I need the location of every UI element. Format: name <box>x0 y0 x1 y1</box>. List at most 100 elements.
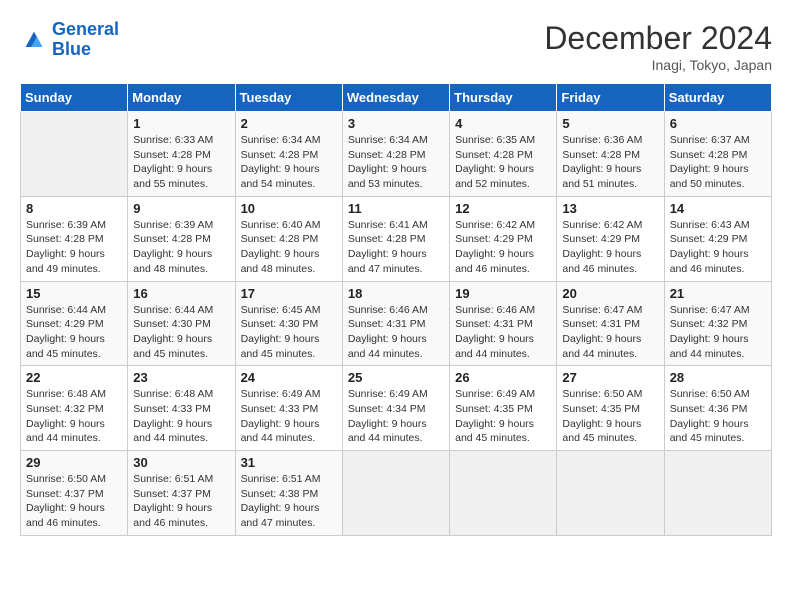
calendar-cell: 2Sunrise: 6:34 AM Sunset: 4:28 PM Daylig… <box>235 112 342 197</box>
day-info: Sunrise: 6:45 AM Sunset: 4:30 PM Dayligh… <box>241 303 337 362</box>
day-info: Sunrise: 6:49 AM Sunset: 4:33 PM Dayligh… <box>241 387 337 446</box>
calendar-cell: 8 Sunrise: 6:39 AM Sunset: 4:28 PM Daylig… <box>21 196 128 281</box>
day-number: 6 <box>670 116 766 131</box>
calendar-cell: 1 Sunrise: 6:33 AM Sunset: 4:28 PM Daylig… <box>128 112 235 197</box>
day-info: Sunrise: 6:49 AM Sunset: 4:35 PM Dayligh… <box>455 387 551 446</box>
day-info: Sunrise: 6:50 AM Sunset: 4:37 PM Dayligh… <box>26 472 122 531</box>
day-number: 3 <box>348 116 444 131</box>
day-number: 24 <box>241 370 337 385</box>
calendar-cell: 10 Sunrise: 6:40 AM Sunset: 4:28 PM Dayli… <box>235 196 342 281</box>
day-number: 17 <box>241 286 337 301</box>
calendar-cell: 21Sunrise: 6:47 AM Sunset: 4:32 PM Dayli… <box>664 281 771 366</box>
day-info: Sunrise: 6:49 AM Sunset: 4:34 PM Dayligh… <box>348 387 444 446</box>
calendar-week: 1 Sunrise: 6:33 AM Sunset: 4:28 PM Daylig… <box>21 112 772 197</box>
day-info: Sunrise: 6:50 AM Sunset: 4:35 PM Dayligh… <box>562 387 658 446</box>
logo-line2: Blue <box>52 39 91 59</box>
calendar-cell: 15 Sunrise: 6:44 AM Sunset: 4:29 PM Dayli… <box>21 281 128 366</box>
logo-icon <box>20 26 48 54</box>
calendar-cell <box>21 112 128 197</box>
day-info: Sunrise: 6:43 AM Sunset: 4:29 PM Dayligh… <box>670 218 766 277</box>
day-number: 31 <box>241 455 337 470</box>
day-info: Sunrise: 6:48 AM Sunset: 4:32 PM Dayligh… <box>26 387 122 446</box>
page-header: General Blue December 2024 Inagi, Tokyo,… <box>20 20 772 73</box>
day-info: Sunrise: 6:46 AM Sunset: 4:31 PM Dayligh… <box>455 303 551 362</box>
calendar-cell: 23Sunrise: 6:48 AM Sunset: 4:33 PM Dayli… <box>128 366 235 451</box>
day-info: Sunrise: 6:51 AM Sunset: 4:37 PM Dayligh… <box>133 472 229 531</box>
logo-text: General Blue <box>52 20 119 60</box>
day-info: Sunrise: 6:36 AM Sunset: 4:28 PM Dayligh… <box>562 133 658 192</box>
calendar-cell: 11 Sunrise: 6:41 AM Sunset: 4:28 PM Dayli… <box>342 196 449 281</box>
calendar-cell: 29 Sunrise: 6:50 AM Sunset: 4:37 PM Dayli… <box>21 451 128 536</box>
calendar-cell: 5Sunrise: 6:36 AM Sunset: 4:28 PM Daylig… <box>557 112 664 197</box>
calendar-week: 15 Sunrise: 6:44 AM Sunset: 4:29 PM Dayli… <box>21 281 772 366</box>
day-info: Sunrise: 6:51 AM Sunset: 4:38 PM Dayligh… <box>241 472 337 531</box>
calendar-cell: 6 Sunrise: 6:37 AM Sunset: 4:28 PM Daylig… <box>664 112 771 197</box>
header-day: Friday <box>557 84 664 112</box>
header-day: Tuesday <box>235 84 342 112</box>
day-info: Sunrise: 6:44 AM Sunset: 4:29 PM Dayligh… <box>26 303 122 362</box>
day-number: 14 <box>670 201 766 216</box>
location: Inagi, Tokyo, Japan <box>544 57 772 73</box>
title-block: December 2024 Inagi, Tokyo, Japan <box>544 20 772 73</box>
day-info: Sunrise: 6:44 AM Sunset: 4:30 PM Dayligh… <box>133 303 229 362</box>
day-number: 18 <box>348 286 444 301</box>
calendar-cell: 22 Sunrise: 6:48 AM Sunset: 4:32 PM Dayli… <box>21 366 128 451</box>
day-info: Sunrise: 6:39 AM Sunset: 4:28 PM Dayligh… <box>26 218 122 277</box>
day-info: Sunrise: 6:47 AM Sunset: 4:31 PM Dayligh… <box>562 303 658 362</box>
day-number: 26 <box>455 370 551 385</box>
calendar-cell: 28Sunrise: 6:50 AM Sunset: 4:36 PM Dayli… <box>664 366 771 451</box>
calendar-week: 8 Sunrise: 6:39 AM Sunset: 4:28 PM Daylig… <box>21 196 772 281</box>
day-info: Sunrise: 6:33 AM Sunset: 4:28 PM Dayligh… <box>133 133 229 192</box>
day-number: 2 <box>241 116 337 131</box>
calendar-cell: 16 Sunrise: 6:44 AM Sunset: 4:30 PM Dayli… <box>128 281 235 366</box>
day-number: 30 <box>133 455 229 470</box>
calendar-cell: 9 Sunrise: 6:39 AM Sunset: 4:28 PM Daylig… <box>128 196 235 281</box>
calendar-cell: 3 Sunrise: 6:34 AM Sunset: 4:28 PM Daylig… <box>342 112 449 197</box>
day-info: Sunrise: 6:35 AM Sunset: 4:28 PM Dayligh… <box>455 133 551 192</box>
logo-line1: General <box>52 19 119 39</box>
calendar-cell: 17 Sunrise: 6:45 AM Sunset: 4:30 PM Dayli… <box>235 281 342 366</box>
day-info: Sunrise: 6:48 AM Sunset: 4:33 PM Dayligh… <box>133 387 229 446</box>
calendar-cell <box>557 451 664 536</box>
header-day: Monday <box>128 84 235 112</box>
day-number: 1 <box>133 116 229 131</box>
calendar-cell <box>664 451 771 536</box>
calendar-cell: 31 Sunrise: 6:51 AM Sunset: 4:38 PM Dayli… <box>235 451 342 536</box>
calendar-cell <box>342 451 449 536</box>
month-title: December 2024 <box>544 20 772 57</box>
day-number: 8 <box>26 201 122 216</box>
day-number: 22 <box>26 370 122 385</box>
calendar-cell: 30 Sunrise: 6:51 AM Sunset: 4:37 PM Dayli… <box>128 451 235 536</box>
day-number: 20 <box>562 286 658 301</box>
day-number: 11 <box>348 201 444 216</box>
day-number: 15 <box>26 286 122 301</box>
day-number: 10 <box>241 201 337 216</box>
day-info: Sunrise: 6:37 AM Sunset: 4:28 PM Dayligh… <box>670 133 766 192</box>
logo: General Blue <box>20 20 119 60</box>
day-number: 13 <box>562 201 658 216</box>
day-info: Sunrise: 6:34 AM Sunset: 4:28 PM Dayligh… <box>348 133 444 192</box>
calendar-cell: 25 Sunrise: 6:49 AM Sunset: 4:34 PM Dayli… <box>342 366 449 451</box>
calendar-week: 22 Sunrise: 6:48 AM Sunset: 4:32 PM Dayli… <box>21 366 772 451</box>
calendar-cell: 12Sunrise: 6:42 AM Sunset: 4:29 PM Dayli… <box>450 196 557 281</box>
day-number: 19 <box>455 286 551 301</box>
calendar-cell: 24 Sunrise: 6:49 AM Sunset: 4:33 PM Dayli… <box>235 366 342 451</box>
calendar-cell: 13Sunrise: 6:42 AM Sunset: 4:29 PM Dayli… <box>557 196 664 281</box>
calendar-cell: 20 Sunrise: 6:47 AM Sunset: 4:31 PM Dayli… <box>557 281 664 366</box>
day-number: 9 <box>133 201 229 216</box>
day-number: 29 <box>26 455 122 470</box>
day-info: Sunrise: 6:39 AM Sunset: 4:28 PM Dayligh… <box>133 218 229 277</box>
calendar-table: SundayMondayTuesdayWednesdayThursdayFrid… <box>20 83 772 536</box>
day-info: Sunrise: 6:46 AM Sunset: 4:31 PM Dayligh… <box>348 303 444 362</box>
calendar-cell <box>450 451 557 536</box>
day-number: 16 <box>133 286 229 301</box>
calendar-cell: 19 Sunrise: 6:46 AM Sunset: 4:31 PM Dayli… <box>450 281 557 366</box>
day-info: Sunrise: 6:42 AM Sunset: 4:29 PM Dayligh… <box>455 218 551 277</box>
day-number: 28 <box>670 370 766 385</box>
day-info: Sunrise: 6:47 AM Sunset: 4:32 PM Dayligh… <box>670 303 766 362</box>
day-number: 4 <box>455 116 551 131</box>
header-day: Sunday <box>21 84 128 112</box>
day-info: Sunrise: 6:41 AM Sunset: 4:28 PM Dayligh… <box>348 218 444 277</box>
day-number: 25 <box>348 370 444 385</box>
day-info: Sunrise: 6:40 AM Sunset: 4:28 PM Dayligh… <box>241 218 337 277</box>
